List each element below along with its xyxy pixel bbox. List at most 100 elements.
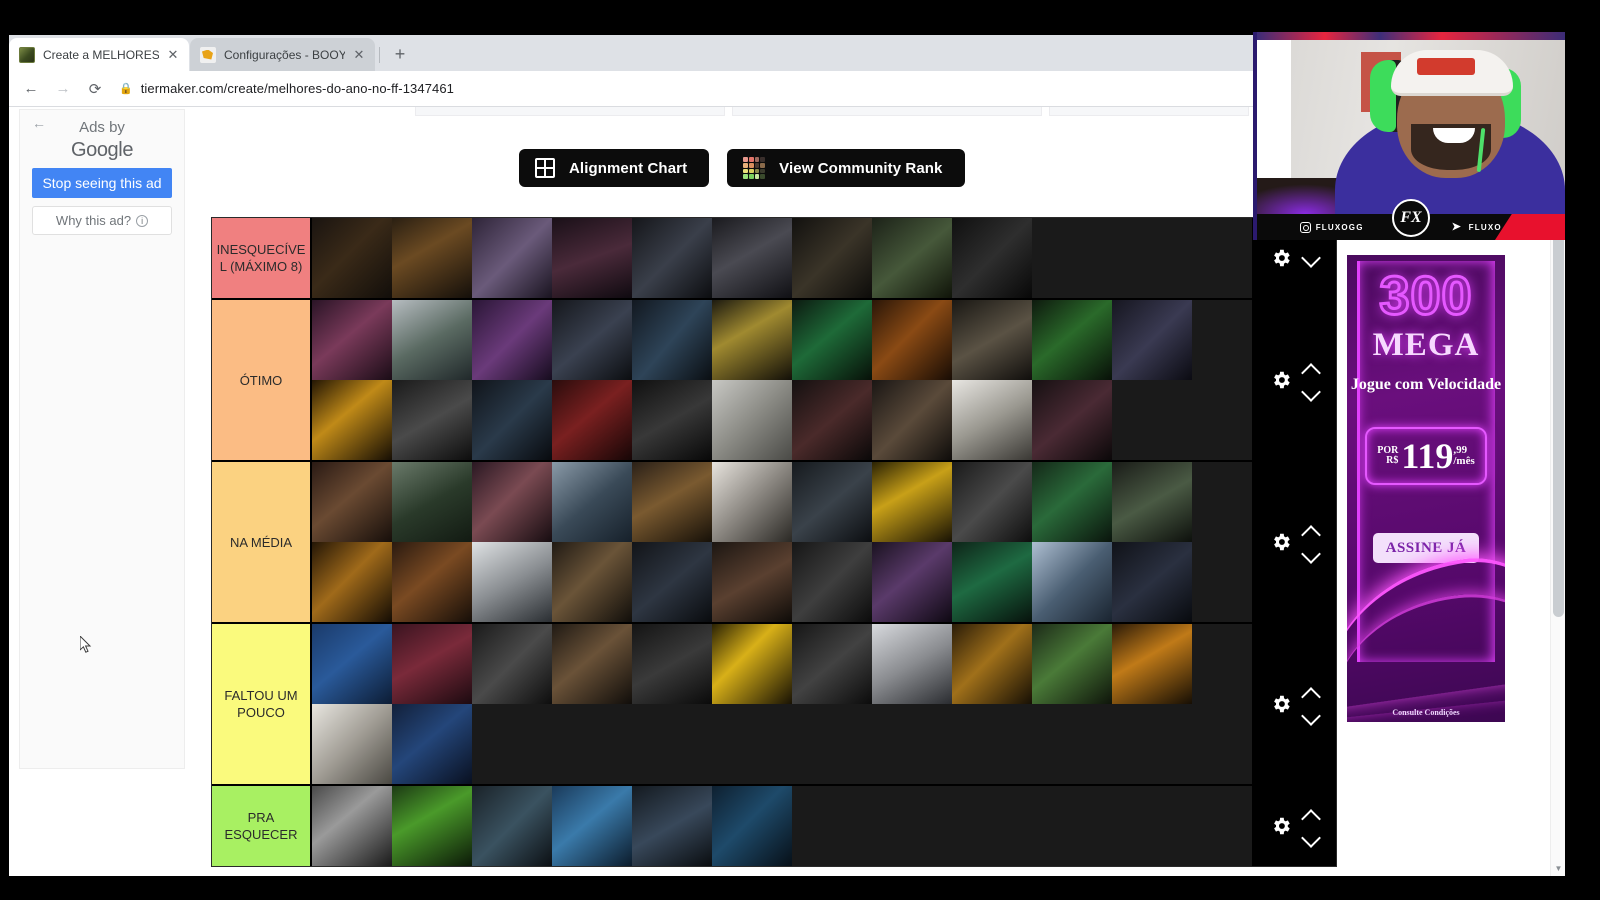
tier-item-tile[interactable] [632,380,712,460]
tier-item-tile[interactable] [1032,462,1112,542]
tier-item-tile[interactable] [792,624,872,704]
new-tab-button[interactable]: + [386,40,414,68]
why-this-ad-button[interactable]: Why this ad? i [32,206,172,235]
tier-item-tile[interactable] [872,542,952,622]
tier-item-tile[interactable] [712,380,792,460]
tier-item-tile[interactable] [712,624,792,704]
tab-close-icon[interactable]: ✕ [351,47,367,63]
alignment-chart-button[interactable]: Alignment Chart [519,149,710,187]
tier-item-tile[interactable] [632,218,712,298]
tier-items-container[interactable] [312,624,1252,784]
gear-icon[interactable] [1270,247,1292,269]
tier-item-tile[interactable] [552,786,632,866]
tier-item-tile[interactable] [392,300,472,380]
tier-item-tile[interactable] [792,380,872,460]
tier-item-tile[interactable] [392,624,472,704]
chevron-down-icon[interactable] [1302,387,1320,397]
tier-item-tile[interactable] [552,462,632,542]
chevron-down-icon[interactable] [1302,549,1320,559]
tier-item-tile[interactable] [632,624,712,704]
tier-item-tile[interactable] [712,542,792,622]
isp-banner-ad[interactable]: 300 MEGA Jogue com Velocidade POR R$ 119… [1347,255,1505,722]
chevron-down-icon[interactable] [1302,833,1320,843]
tier-item-tile[interactable] [632,300,712,380]
tier-item-tile[interactable] [312,462,392,542]
tier-item-tile[interactable] [1112,624,1192,704]
tier-item-tile[interactable] [632,786,712,866]
back-button[interactable]: ← [17,75,45,103]
tier-item-tile[interactable] [1032,300,1112,380]
gear-icon[interactable] [1270,815,1292,837]
tier-item-tile[interactable] [552,380,632,460]
chevron-up-icon[interactable] [1302,687,1320,697]
tier-item-tile[interactable] [392,704,472,784]
tier-item-tile[interactable] [392,542,472,622]
tier-item-tile[interactable] [392,462,472,542]
tier-item-tile[interactable] [472,624,552,704]
tier-item-tile[interactable] [472,462,552,542]
tier-item-tile[interactable] [792,542,872,622]
chevron-down-icon[interactable] [1302,253,1320,263]
tier-item-tile[interactable] [312,786,392,866]
tier-item-tile[interactable] [872,462,952,542]
forward-button[interactable]: → [49,75,77,103]
tier-item-tile[interactable] [872,624,952,704]
tier-item-tile[interactable] [792,300,872,380]
tier-label[interactable]: FALTOU UM POUCO [212,624,312,784]
tier-item-tile[interactable] [632,542,712,622]
tier-label[interactable]: PRA ESQUECER [212,786,312,866]
tier-item-tile[interactable] [312,218,392,298]
tier-item-tile[interactable] [872,300,952,380]
tier-item-tile[interactable] [472,300,552,380]
tier-item-tile[interactable] [712,786,792,866]
tier-item-tile[interactable] [952,380,1032,460]
tier-item-tile[interactable] [312,704,392,784]
tier-item-tile[interactable] [392,380,472,460]
tier-item-tile[interactable] [472,218,552,298]
tier-label[interactable]: NA MÉDIA [212,462,312,622]
gear-icon[interactable] [1270,531,1292,553]
tier-item-tile[interactable] [872,380,952,460]
chevron-up-icon[interactable] [1302,809,1320,819]
tier-item-tile[interactable] [632,462,712,542]
tier-item-tile[interactable] [952,542,1032,622]
view-community-rank-button[interactable]: View Community Rank [727,149,965,187]
tier-item-tile[interactable] [952,624,1032,704]
chevron-down-icon[interactable] [1302,711,1320,721]
tier-items-container[interactable] [312,218,1252,298]
tier-item-tile[interactable] [1112,300,1192,380]
browser-tab-0[interactable]: Create a MELHORES DO ANO N ✕ [9,38,189,71]
tier-items-container[interactable] [312,462,1252,622]
chevron-up-icon[interactable] [1302,525,1320,535]
gear-icon[interactable] [1270,369,1292,391]
tier-item-tile[interactable] [312,624,392,704]
gear-icon[interactable] [1270,693,1292,715]
tier-item-tile[interactable] [712,218,792,298]
tier-item-tile[interactable] [712,300,792,380]
tier-item-tile[interactable] [472,786,552,866]
tier-item-tile[interactable] [552,218,632,298]
tier-label[interactable]: INESQUECÍVEL (MÁXIMO 8) [212,218,312,298]
tier-item-tile[interactable] [312,380,392,460]
tier-item-tile[interactable] [472,542,552,622]
stop-seeing-ad-button[interactable]: Stop seeing this ad [32,168,172,198]
tier-label[interactable]: ÓTIMO [212,300,312,460]
tier-item-tile[interactable] [1032,624,1112,704]
ad-back-arrow-icon[interactable]: ← [32,116,46,130]
tier-item-tile[interactable] [952,300,1032,380]
tier-item-tile[interactable] [1032,380,1112,460]
tier-item-tile[interactable] [952,462,1032,542]
tier-item-tile[interactable] [1112,542,1192,622]
tier-item-tile[interactable] [792,218,872,298]
tier-item-tile[interactable] [552,624,632,704]
browser-tab-1[interactable]: Configurações - BOOYAH! ✕ [190,38,375,71]
tier-item-tile[interactable] [1032,542,1112,622]
tier-item-tile[interactable] [472,380,552,460]
scroll-down-arrow-icon[interactable]: ▼ [1551,861,1565,876]
tier-item-tile[interactable] [952,218,1032,298]
scrollbar-thumb[interactable] [1553,227,1564,617]
tier-item-tile[interactable] [312,300,392,380]
tier-item-tile[interactable] [392,786,472,866]
tier-item-tile[interactable] [392,218,472,298]
tier-item-tile[interactable] [552,542,632,622]
